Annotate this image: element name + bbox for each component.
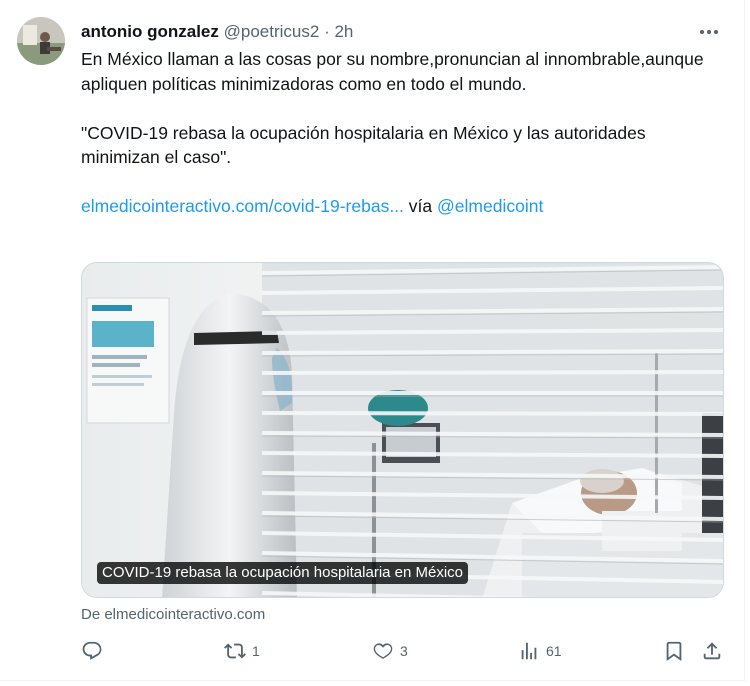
- bookmark-button[interactable]: [663, 639, 685, 663]
- views-icon: [521, 642, 537, 660]
- article-link[interactable]: elmedicointeractivo.com/covid-19-rebas..…: [81, 196, 404, 216]
- like-button[interactable]: 3: [372, 639, 408, 663]
- avatar-image: [17, 17, 65, 65]
- retweet-count: 1: [252, 643, 260, 659]
- link-card-image[interactable]: COVID-19 rebasa la ocupación hospitalari…: [81, 262, 724, 598]
- tweet-link-line: elmedicointeractivo.com/covid-19-rebas..…: [81, 194, 721, 219]
- more-options-icon[interactable]: [694, 18, 724, 46]
- action-bar: 1 3 61: [81, 639, 729, 663]
- share-icon: [703, 642, 721, 660]
- card-source[interactable]: De elmedicointeractivo.com: [81, 605, 265, 625]
- tweet-paragraph-2: "COVID-19 rebasa la ocupación hospitalar…: [81, 122, 646, 168]
- like-count: 3: [400, 643, 408, 659]
- reply-button[interactable]: [81, 639, 103, 663]
- heart-icon: [373, 643, 393, 659]
- via-text: vía: [408, 196, 433, 216]
- retweet-icon: [224, 643, 246, 659]
- tweet-header: antonio gonzalez @poetricus2 · 2h: [81, 20, 724, 44]
- separator-dot: ·: [324, 22, 330, 41]
- timestamp[interactable]: 2h: [334, 22, 353, 41]
- tweet-text: En México llaman a las cosas por su nomb…: [81, 47, 721, 219]
- views-button[interactable]: 61: [518, 639, 562, 663]
- share-button[interactable]: [701, 639, 723, 663]
- card-caption: COVID-19 rebasa la ocupación hospitalari…: [97, 562, 469, 584]
- author-handle[interactable]: @poetricus2: [224, 22, 320, 41]
- author-name[interactable]: antonio gonzalez: [81, 22, 219, 41]
- avatar[interactable]: [17, 17, 65, 65]
- bookmark-icon: [666, 641, 682, 662]
- retweet-button[interactable]: 1: [224, 639, 260, 663]
- reply-icon: [82, 641, 102, 660]
- views-count: 61: [546, 643, 562, 659]
- via-handle-link[interactable]: @elmedicoint: [437, 196, 543, 216]
- tweet[interactable]: antonio gonzalez @poetricus2 · 2h En Méx…: [0, 0, 745, 681]
- hospital-photo: [82, 263, 723, 597]
- tweet-paragraph-1: En México llaman a las cosas por su nomb…: [81, 49, 704, 94]
